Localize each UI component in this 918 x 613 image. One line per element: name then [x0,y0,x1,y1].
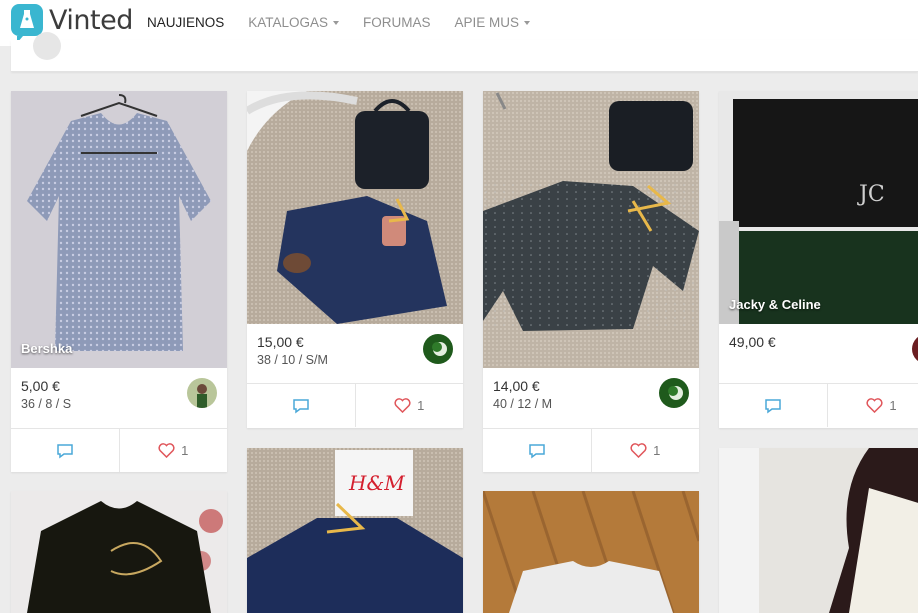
avatar [33,32,61,60]
item-photo[interactable] [483,91,699,368]
item-actions: 1 [483,428,699,472]
item-actions: 1 [247,383,463,427]
brand-name: Vinted [49,4,133,36]
item-card[interactable] [11,491,227,613]
item-card[interactable] [483,491,699,613]
item-info: 49,00 € [719,324,918,383]
item-size: 36 / 8 / S [21,397,72,411]
item-price: 15,00 € [257,334,304,350]
item-card[interactable]: 15,00 € 38 / 10 / S/M 1 [247,91,463,428]
like-count: 1 [417,398,425,413]
vinted-logo-icon [11,4,43,43]
item-size: 38 / 10 / S/M [257,353,328,367]
comment-icon [529,443,545,458]
like-count: 1 [889,398,897,413]
vinted-logo[interactable]: Vinted [11,4,133,43]
comment-button[interactable] [247,384,355,427]
like-count: 1 [653,443,661,458]
chevron-down-icon [333,20,340,25]
nav-label: APIE MUS [454,15,520,30]
item-card[interactable]: 14,00 € 40 / 12 / M 1 [483,91,699,472]
chevron-down-icon [524,20,531,25]
item-photo[interactable] [11,491,227,613]
heart-icon [866,398,883,413]
item-photo[interactable] [719,448,918,613]
item-photo[interactable]: JC Jacky & Celine [719,91,918,324]
feed-header-strip [11,32,918,72]
item-brand: Jacky & Celine [729,297,821,312]
item-card[interactable] [719,448,918,613]
like-count: 1 [181,443,189,458]
item-info: 14,00 € 40 / 12 / M [483,368,699,427]
item-price: 14,00 € [493,378,540,394]
comment-button[interactable] [11,429,119,472]
comment-button[interactable] [719,384,827,427]
item-photo[interactable] [247,91,463,324]
heart-icon [630,443,647,458]
nav-item-forumas[interactable]: FORUMAS [363,15,431,30]
nav-label: NAUJIENOS [147,15,225,30]
nav-label: FORUMAS [363,15,431,30]
comment-icon [293,398,309,413]
comment-button[interactable] [483,429,591,472]
svg-text:H&M: H&M [348,471,405,495]
item-info: 5,00 € 36 / 8 / S [11,368,227,427]
like-button[interactable]: 1 [354,384,464,427]
nav-label: KATALOGAS [248,15,329,30]
item-actions: 1 [719,383,918,427]
item-brand: Bershka [21,341,73,356]
comment-icon [765,398,781,413]
nav-item-naujienos[interactable]: NAUJIENOS [147,15,224,30]
nav-item-apie-mus[interactable]: APIE MUS [455,15,531,30]
seller-avatar[interactable] [912,334,918,364]
like-button[interactable]: 1 [827,384,918,427]
item-actions: 1 [11,428,227,472]
item-price: 49,00 € [729,334,776,350]
item-card[interactable]: H&M [247,448,463,613]
seller-avatar[interactable] [187,378,217,408]
item-card[interactable]: Bershka 5,00 € 36 / 8 / S 1 [11,91,227,472]
seller-avatar[interactable] [423,334,453,364]
main-nav: NAUJIENOS KATALOGAS FORUMAS APIE MUS [147,15,554,30]
item-size: 40 / 12 / M [493,397,553,411]
heart-icon [394,398,411,413]
item-card[interactable]: JC Jacky & Celine 49,00 € 1 [719,91,918,428]
item-info: 15,00 € 38 / 10 / S/M [247,324,463,383]
like-button[interactable]: 1 [118,429,228,472]
item-photo[interactable] [483,491,699,613]
nav-item-katalogas[interactable]: KATALOGAS [248,15,340,30]
item-price: 5,00 € [21,378,60,394]
item-photo[interactable]: H&M [247,448,463,613]
comment-icon [57,443,73,458]
svg-text:JC: JC [857,182,885,207]
seller-avatar[interactable] [659,378,689,408]
item-photo[interactable]: Bershka [11,91,227,368]
like-button[interactable]: 1 [590,429,700,472]
heart-icon [158,443,175,458]
